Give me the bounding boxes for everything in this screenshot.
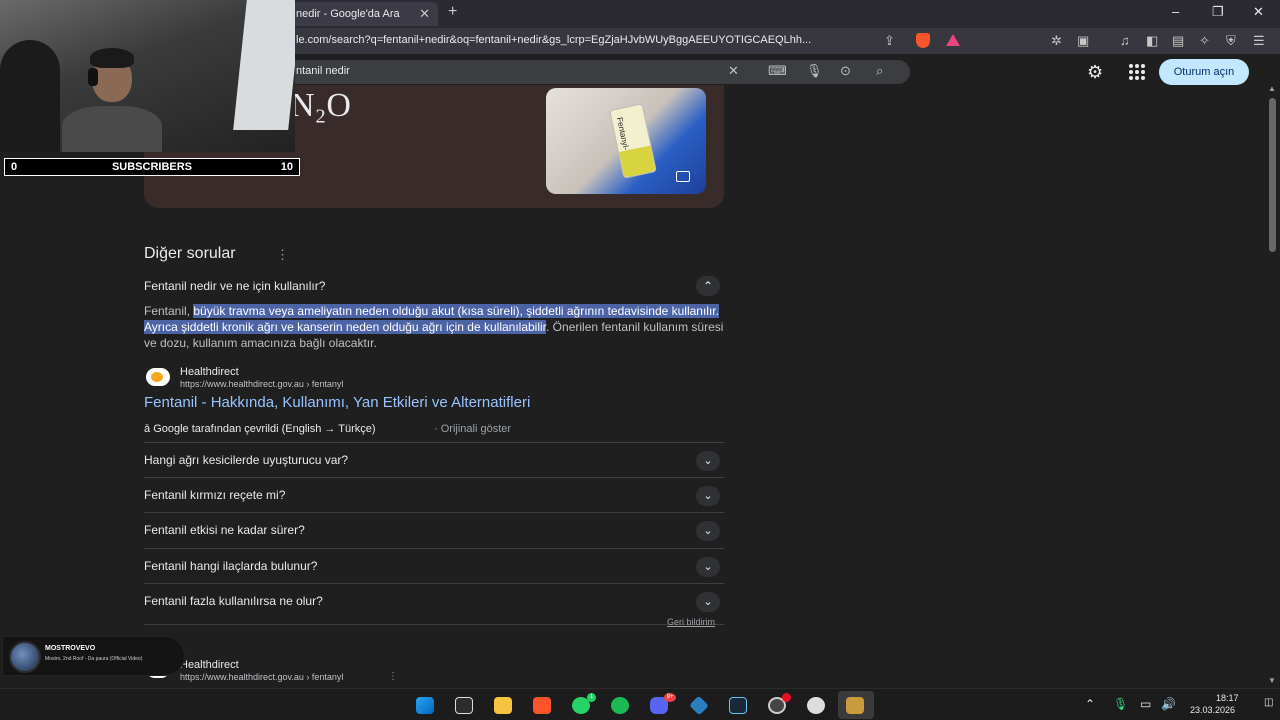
scroll-thumb[interactable] [1269, 98, 1276, 252]
sidebar-icon[interactable]: ◧ [1146, 33, 1158, 49]
google-apps-icon[interactable] [1129, 64, 1145, 80]
discord-badge: 9+ [664, 693, 676, 702]
file-explorer-icon[interactable] [494, 697, 512, 714]
page-scrollbar[interactable]: ▲ ▼ [1266, 54, 1280, 688]
menu-icon[interactable]: ☰ [1253, 33, 1265, 49]
network-icon[interactable]: ▭ [1140, 697, 1151, 711]
source-url[interactable]: https://www.healthdirect.gov.au › fentan… [180, 379, 343, 389]
leo-ai-icon[interactable]: ✧ [1199, 33, 1210, 49]
clear-icon[interactable]: ✕ [728, 63, 739, 79]
question-row[interactable]: Fentanil etkisi ne kadar sürer? ⌄ [144, 512, 724, 547]
windows-start-icon[interactable] [416, 697, 434, 714]
question-row[interactable]: Fentanil fazla kullanılırsa ne olur? ⌄ [144, 583, 724, 618]
music-icon[interactable]: ♫ [1120, 33, 1130, 48]
app-icon[interactable] [689, 695, 709, 716]
google-search-box[interactable]: ntanil nedir ✕ ⌨ 🎙 ⊙ ⌕ [290, 60, 910, 84]
image-icon[interactable] [676, 171, 690, 182]
steam-icon[interactable] [729, 697, 747, 714]
scroll-down-icon[interactable]: ▼ [1268, 676, 1276, 685]
brave-rewards-icon[interactable] [946, 34, 960, 46]
chevron-up-icon[interactable]: ⌃ [696, 276, 720, 296]
chemical-formula: N₂O [290, 87, 351, 124]
wallet-icon[interactable]: ▤ [1172, 33, 1184, 49]
source-url[interactable]: https://www.healthdirect.gov.au › fentan… [180, 672, 343, 682]
music-subtitle: Mostro, 2nd Roof - Da paura (Official Vi… [45, 656, 143, 662]
spotify-icon[interactable] [611, 697, 629, 714]
chevron-down-icon[interactable]: ⌄ [696, 451, 720, 471]
clock-time[interactable]: 18:17 [1216, 693, 1239, 703]
fentanyl-test-image[interactable]: Fentanyl-Test [546, 88, 706, 194]
url-field[interactable]: le.com/search?q=fentanil+nedir&oq=fentan… [296, 34, 811, 46]
webcam-overlay [0, 0, 295, 152]
now-playing-widget: MOSTROVEVO Mostro, 2nd Roof - Da paura (… [2, 636, 185, 676]
question-row[interactable]: Hangi ağrı kesicilerde uyuşturucu var? ⌄ [144, 442, 724, 477]
notification-icon[interactable]: ◫ [1264, 697, 1273, 708]
show-hidden-icons-icon[interactable]: ⌃ [1085, 697, 1095, 711]
league-client-icon[interactable] [846, 697, 864, 714]
tab-close-icon[interactable]: ✕ [419, 2, 430, 26]
settings-gear-icon[interactable]: ⚙ [1087, 62, 1103, 83]
open-question[interactable]: Fentanil nedir ve ne için kullanılır? [144, 279, 325, 293]
extensions-icon[interactable]: ✲ [1051, 33, 1062, 49]
chevron-down-icon[interactable]: ⌄ [696, 486, 720, 506]
restore-button[interactable]: ❐ [1212, 4, 1224, 20]
clock-date[interactable]: 23.03.2026 [1190, 705, 1235, 715]
app-icon[interactable] [807, 697, 825, 714]
answer-text: Fentanil, büyük travma veya ameliyatın n… [144, 304, 724, 350]
lens-icon[interactable]: ⊙ [840, 63, 851, 79]
tab-title: nedir - Google'da Ara [296, 8, 400, 20]
screenshot-icon[interactable]: ▣ [1077, 33, 1089, 49]
search-icon[interactable]: ⌕ [876, 63, 883, 79]
music-title: MOSTROVEVO [45, 645, 96, 652]
scroll-up-icon[interactable]: ▲ [1268, 84, 1276, 93]
task-view-icon[interactable] [455, 697, 473, 714]
minimize-button[interactable]: – [1172, 4, 1179, 19]
question-row[interactable]: Fentanil hangi ilaçlarda bulunur? ⌄ [144, 548, 724, 583]
source-name[interactable]: Healthdirect [180, 366, 239, 378]
keyboard-icon[interactable]: ⌨ [768, 63, 787, 79]
close-window-button[interactable]: ✕ [1253, 4, 1264, 20]
chevron-down-icon[interactable]: ⌄ [696, 557, 720, 577]
translated-note: ā Google tarafından çevrildi (English → … [144, 423, 376, 435]
divider [144, 624, 724, 625]
more-options-icon[interactable]: ⋮ [388, 671, 398, 682]
brave-browser-icon[interactable] [533, 697, 551, 714]
browser-tab[interactable]: nedir - Google'da Ara ✕ [288, 2, 438, 26]
result-link[interactable]: Fentanil - Hakkında, Kullanımı, Yan Etki… [144, 394, 530, 411]
signin-button[interactable]: Oturum açın [1159, 59, 1249, 85]
brave-shields-icon[interactable] [916, 33, 930, 48]
search-input[interactable]: ntanil nedir [296, 65, 350, 77]
more-options-icon[interactable]: ⋮ [276, 247, 289, 263]
streamer-figure [62, 48, 162, 152]
microphone-tray-icon[interactable]: 🎙 [1113, 697, 1128, 711]
whatsapp-badge: 1 [587, 693, 596, 702]
chevron-down-icon[interactable]: ⌄ [696, 592, 720, 612]
vpn-icon[interactable]: ⛨ [1226, 33, 1236, 49]
volume-icon[interactable]: 🔊 [1161, 697, 1176, 711]
album-art [9, 641, 41, 673]
share-icon[interactable]: ⇪ [884, 33, 895, 49]
show-original-link[interactable]: · Orijinali göster [434, 423, 511, 435]
microphone-icon[interactable]: 🎙 [806, 63, 823, 79]
new-tab-button[interactable]: + [448, 3, 457, 21]
feedback-link[interactable]: Geri bildirim [667, 617, 715, 627]
chevron-down-icon[interactable]: ⌄ [696, 521, 720, 541]
taskbar: 1 9+ ⌃ 🎙 ▭ 🔊 18:17 23.03.2026 ◫ [0, 688, 1280, 720]
vial-graphic: Fentanyl-Test [609, 103, 657, 179]
question-row[interactable]: Fentanil kırmızı reçete mi? ⌄ [144, 477, 724, 512]
section-title: Diğer sorular [144, 245, 236, 262]
source-favicon [146, 368, 170, 386]
subscriber-counter: SUBSCRIBERS 0 10 [4, 158, 300, 176]
source-name[interactable]: Healthdirect [180, 659, 239, 671]
